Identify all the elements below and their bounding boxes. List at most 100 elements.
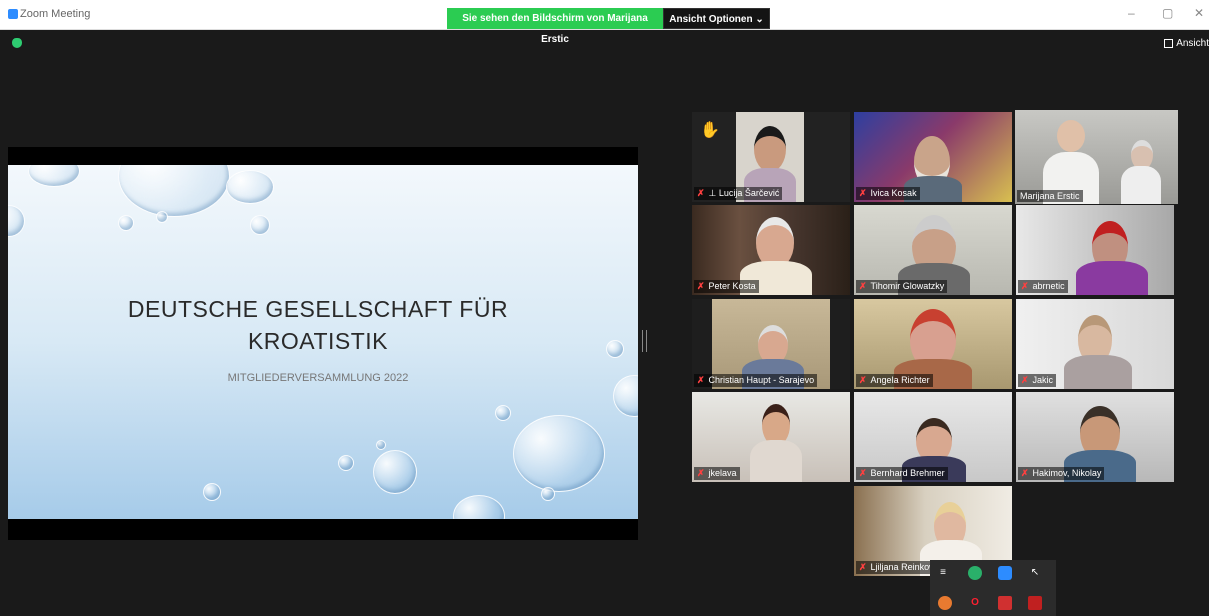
water-drop: [613, 375, 638, 417]
opera-tray-icon[interactable]: O: [968, 596, 982, 610]
participant-video: [1058, 309, 1138, 389]
participant-name: ✗ abrnetic: [1018, 280, 1068, 293]
participant-tile[interactable]: ✗ Angela Richter: [854, 299, 1012, 389]
participant-head: [754, 126, 786, 172]
water-drop: [376, 440, 386, 450]
participant-tile-active-speaker[interactable]: Marijana Erstic: [1015, 110, 1178, 204]
presentation-slide: DEUTSCHE GESELLSCHAFT FÜR KROATISTIK MIT…: [8, 165, 638, 519]
mic-muted-icon: ✗: [1021, 281, 1029, 291]
tray-menu-icon[interactable]: ≡: [936, 566, 950, 580]
restore-button[interactable]: ▢: [1162, 6, 1173, 20]
participant-tile[interactable]: ✗ Hakimov, Nikolay: [1016, 392, 1174, 482]
participant-tile[interactable]: ✗ Peter Kosta: [692, 205, 850, 295]
participant-name: ✗ Ivica Kosak: [856, 187, 920, 200]
participant-tile[interactable]: ✗ Tihomir Glowatzky: [854, 205, 1012, 295]
participant-tile[interactable]: ✗ abrnetic: [1016, 205, 1174, 295]
participant-name: ✗ Bernhard Brehmer: [856, 467, 948, 480]
participant-tile[interactable]: ✋ ✗ ⊥ Lucija Šarčević: [692, 112, 850, 202]
mic-muted-icon: ✗: [859, 375, 867, 385]
zoom-logo-icon: [8, 9, 18, 19]
pdf-tray-icon[interactable]: [1028, 596, 1042, 610]
cursor-tray-icon[interactable]: ↖: [1028, 566, 1042, 580]
window-title: Zoom Meeting: [20, 8, 91, 20]
participant-name-text: Peter Kosta: [708, 281, 756, 291]
water-drop: [156, 211, 168, 223]
water-drop: [8, 205, 25, 237]
participant-name: ✗ Jakic: [1018, 374, 1057, 387]
participant-name-text: Bernhard Brehmer: [870, 468, 945, 478]
app-tray-icon[interactable]: [938, 596, 952, 610]
participant-head: [1057, 120, 1085, 152]
water-drop: [373, 450, 417, 494]
mic-muted-icon: ✗: [1021, 468, 1029, 478]
water-drop: [118, 215, 134, 231]
participant-name-text: Tihomir Glowatzky: [870, 281, 945, 291]
participant-name: ✗ Hakimov, Nikolay: [1018, 467, 1105, 480]
water-drop: [495, 405, 511, 421]
participant-name-text: Ivica Kosak: [870, 188, 917, 198]
system-tray-overflow: ≡ ↖ O: [930, 560, 1056, 616]
participant-tile[interactable]: ✗ Christian Haupt - Sarajevo: [692, 299, 850, 389]
participant-name: ✗ Christian Haupt - Sarajevo: [694, 374, 818, 387]
participant-name: ✗ Peter Kosta: [694, 280, 759, 293]
water-drop: [118, 165, 230, 217]
mic-muted-icon: ✗: [859, 468, 867, 478]
participant-name-text: jkelava: [708, 468, 737, 478]
water-drop: [541, 487, 555, 501]
slide-title: DEUTSCHE GESELLSCHAFT FÜR KROATISTIK: [88, 293, 548, 357]
participant-name: Marijana Erstic: [1017, 190, 1083, 202]
participant-name: ✗ Tihomir Glowatzky: [856, 280, 948, 293]
participant-body: [1121, 166, 1161, 204]
water-drop: [453, 495, 505, 519]
zoom-tray-icon[interactable]: [998, 566, 1012, 580]
security-shield-icon[interactable]: [12, 38, 22, 48]
mic-muted-icon: ✗: [1021, 375, 1029, 385]
view-options-button[interactable]: Ansicht Optionen ⌄: [663, 8, 770, 29]
mic-muted-icon: ✗: [859, 281, 867, 291]
participant-tile[interactable]: ✗ Ivica Kosak: [854, 112, 1012, 202]
security-tray-icon[interactable]: [968, 566, 982, 580]
participant-body: [1064, 355, 1132, 389]
water-drop: [250, 215, 270, 235]
minimize-button[interactable]: –: [1128, 6, 1135, 20]
participant-name-text: Jakic: [1032, 375, 1054, 385]
participant-name-text: Lucija Šarčević: [718, 188, 780, 198]
water-drop: [513, 415, 605, 492]
water-drop: [28, 165, 80, 187]
participant-name-text: Christian Haupt - Sarajevo: [708, 375, 815, 385]
participant-tile[interactable]: ✗ Jakic: [1016, 299, 1174, 389]
participant-name-text: abrnetic: [1032, 281, 1065, 291]
participant-body: [750, 440, 802, 482]
slide-title-line-1: DEUTSCHE GESELLSCHAFT FÜR: [127, 296, 509, 322]
water-drop: [226, 170, 274, 204]
mic-muted-icon: ✗: [697, 281, 705, 291]
mic-muted-icon: ✗: [697, 468, 705, 478]
water-drop: [203, 483, 221, 501]
mic-muted-icon: ✗: [697, 375, 705, 385]
pin-icon: ⊥: [708, 188, 717, 198]
participant-name: ✗ jkelava: [694, 467, 740, 480]
mic-muted-icon: ✗: [859, 562, 867, 572]
participant-name: ✗ ⊥ Lucija Šarčević: [694, 187, 783, 200]
participant-video: [1119, 140, 1163, 204]
slide-subtitle: MITGLIEDERVERSAMMLUNG 2022: [227, 372, 409, 384]
mic-muted-icon: ✗: [697, 188, 705, 198]
view-toggle-label: Ansicht: [1176, 38, 1209, 49]
participant-body: [1076, 261, 1148, 295]
edit-tray-icon[interactable]: [998, 596, 1012, 610]
participant-tile[interactable]: ✗ jkelava: [692, 392, 850, 482]
view-toggle-button[interactable]: Ansicht: [1164, 38, 1209, 49]
title-bar: Zoom Meeting Sie sehen den Bildschirm vo…: [0, 0, 1209, 45]
screen-share-banner: Sie sehen den Bildschirm von Marijana Er…: [447, 8, 663, 45]
slide-title-line-2: KROATISTIK: [247, 328, 389, 354]
water-drop: [338, 455, 354, 471]
participant-video: [746, 400, 806, 482]
close-button[interactable]: ✕: [1194, 6, 1204, 20]
participant-name-text: Hakimov, Nikolay: [1032, 468, 1102, 478]
panel-resize-handle[interactable]: [642, 330, 647, 352]
participant-name: ✗ Angela Richter: [856, 374, 933, 387]
participant-video: [1072, 215, 1152, 295]
participant-name-text: Angela Richter: [870, 375, 930, 385]
participant-tile[interactable]: ✗ Bernhard Brehmer: [854, 392, 1012, 482]
mic-muted-icon: ✗: [859, 188, 867, 198]
